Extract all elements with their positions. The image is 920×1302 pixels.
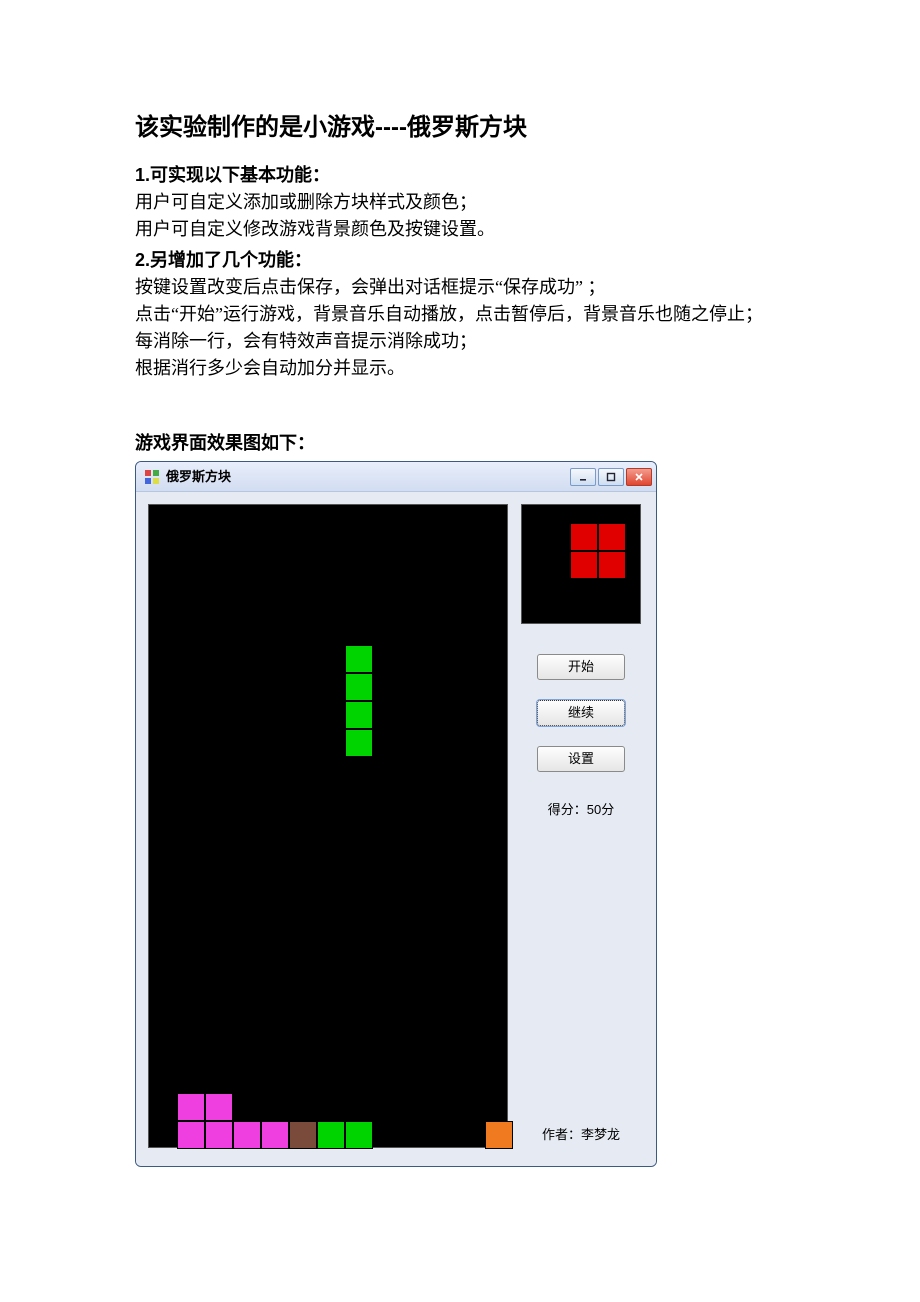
preview-cell	[570, 551, 598, 579]
author-label: 作者：李梦龙	[542, 1125, 620, 1149]
next-piece-preview	[521, 504, 641, 624]
section1-line2: 用户可自定义修改游戏背景颜色及按键设置。	[135, 216, 785, 243]
section2-line4: 根据消行多少会自动加分并显示。	[135, 355, 785, 382]
section2-line2: 点击“开始”运行游戏，背景音乐自动播放，点击暂停后，背景音乐也随之停止；	[135, 301, 785, 328]
section1-line1: 用户可自定义添加或删除方块样式及颜色；	[135, 189, 785, 216]
block-cell	[345, 1121, 373, 1149]
app-icon	[144, 469, 160, 485]
preview-cell	[598, 523, 626, 551]
block-cell	[345, 729, 373, 757]
titlebar: 俄罗斯方块	[136, 462, 656, 492]
doc-title: 该实验制作的是小游戏----俄罗斯方块	[135, 110, 785, 146]
game-sidebar: 开始 继续 设置 得分：50分 作者：李梦龙	[518, 504, 644, 1148]
preview-cell	[570, 523, 598, 551]
block-cell	[345, 701, 373, 729]
block-cell	[261, 1121, 289, 1149]
block-cell	[485, 1121, 513, 1149]
start-button[interactable]: 开始	[537, 654, 625, 680]
block-cell	[205, 1093, 233, 1121]
settings-button[interactable]: 设置	[537, 746, 625, 772]
playfield	[148, 504, 508, 1148]
game-window: 俄罗斯方块 开始 继续 设置 得分：50分 作者：李梦龙	[135, 461, 657, 1167]
block-cell	[317, 1121, 345, 1149]
window-title: 俄罗斯方块	[166, 467, 570, 487]
figure-caption: 游戏界面效果图如下：	[135, 430, 785, 457]
preview-cell	[598, 551, 626, 579]
score-label: 得分：50分	[548, 800, 614, 820]
block-cell	[177, 1121, 205, 1149]
section2-line3: 每消除一行，会有特效声音提示消除成功；	[135, 328, 785, 355]
block-cell	[289, 1121, 317, 1149]
block-cell	[177, 1093, 205, 1121]
close-button[interactable]	[626, 468, 652, 486]
block-cell	[345, 645, 373, 673]
section2-line1: 按键设置改变后点击保存，会弹出对话框提示“保存成功” ；	[135, 274, 785, 301]
minimize-button[interactable]	[570, 468, 596, 486]
continue-button[interactable]: 继续	[537, 700, 625, 726]
block-cell	[205, 1121, 233, 1149]
block-cell	[233, 1121, 261, 1149]
section1-heading: 1.可实现以下基本功能：	[135, 162, 785, 189]
window-body: 开始 继续 设置 得分：50分 作者：李梦龙	[136, 492, 656, 1166]
window-controls	[570, 468, 652, 486]
maximize-button[interactable]	[598, 468, 624, 486]
block-cell	[345, 673, 373, 701]
section2-heading: 2.另增加了几个功能：	[135, 247, 785, 274]
